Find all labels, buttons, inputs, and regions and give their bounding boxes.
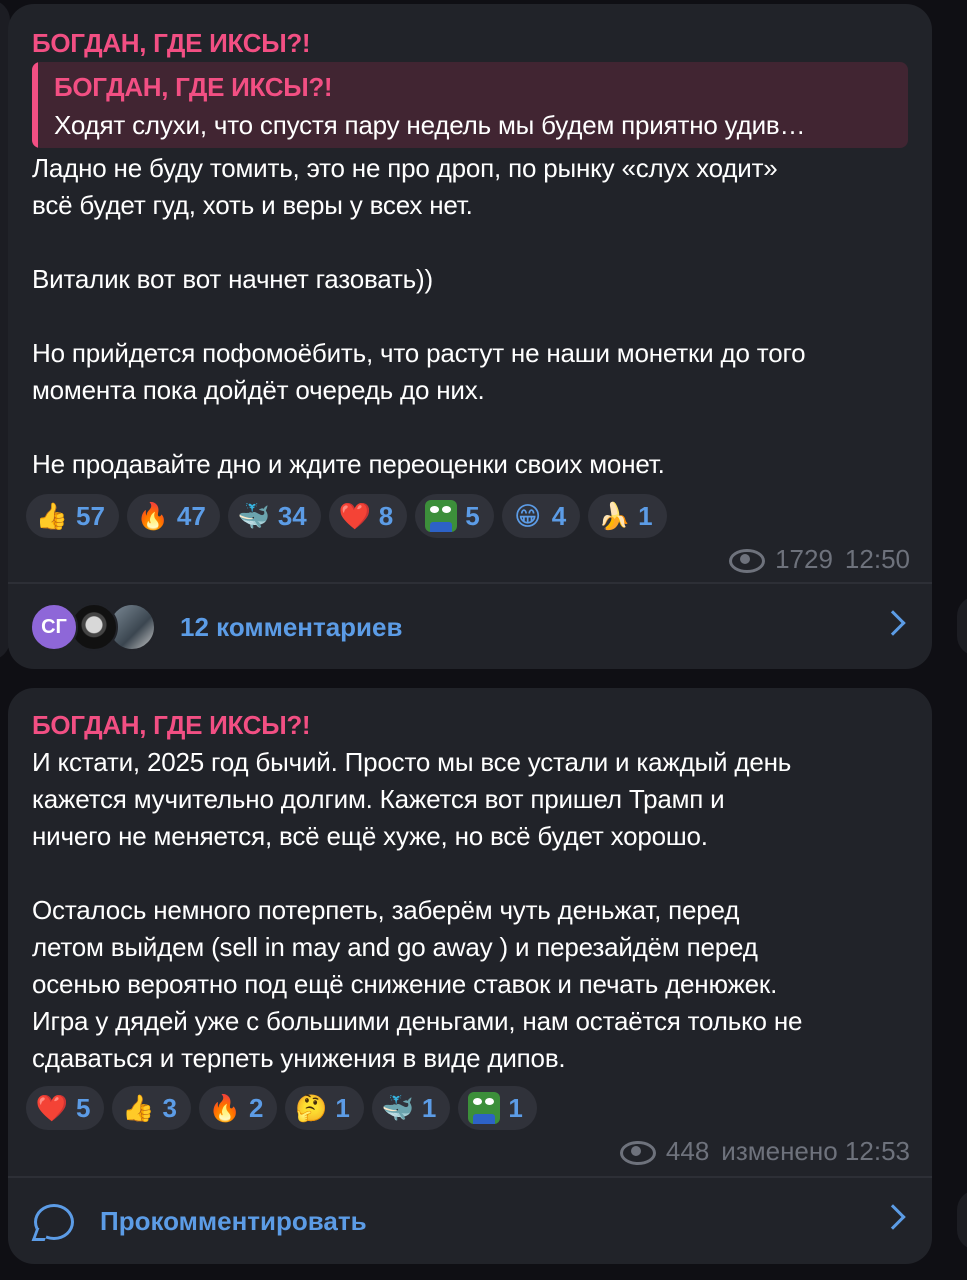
text-line [32,409,912,446]
banana-icon: 🍌 [597,501,631,531]
reaction-count: 2 [248,1092,264,1123]
text-line: летом выйдем (sell in may and go away ) … [32,932,758,962]
text-line: И кстати, 2025 год бычий. Просто мы все … [32,747,792,777]
reaction-thumbs-up[interactable]: 👍 57 [26,494,119,538]
comments-button[interactable]: СГ 12 комментариев [8,584,932,670]
text-line: Ладно не буду томить, это не про дроп, п… [32,153,778,183]
heart-icon: ❤️ [35,1093,69,1123]
text-line: Игра у дядей уже с большими деньгами, на… [32,1006,803,1036]
text-line: Виталик вот вот начнет газовать)) [32,264,433,294]
reaction-count: 1 [421,1092,437,1123]
pepe-icon [425,500,458,532]
view-count: 448 [665,1136,710,1166]
reaction-count: 1 [508,1092,523,1123]
post-meta: 1729 12:50 [729,544,910,575]
commenter-avatars: СГ [30,603,160,653]
whale-icon: 🐳 [237,501,271,531]
post-meta: 448 изменено 12:53 [619,1136,910,1167]
eye-icon [729,548,766,573]
fire-icon: 🔥 [136,501,170,531]
reaction-count: 8 [378,500,394,531]
grin-icon: 😁 [514,501,542,531]
chevron-right-icon [880,1204,906,1230]
fire-icon: 🔥 [208,1093,242,1123]
whale-icon: 🐳 [381,1093,415,1123]
thinking-icon: 🤔 [295,1093,328,1123]
reaction-count: 57 [76,500,105,531]
quote-author: БОГДАН, ГДЕ ИКСЫ?! [54,72,333,102]
reaction-grin[interactable]: 😁 4 [501,494,581,538]
reaction-count: 5 [465,500,480,531]
reaction-count: 1 [638,500,653,531]
reaction-whale[interactable]: 🐳 1 [371,1086,451,1130]
reaction-pepe[interactable]: 5 [415,494,494,538]
comment-button[interactable]: Прокомментировать [8,1178,932,1264]
text-line: Но прийдется пофомоёбить, что растут не … [32,338,806,368]
quote-text: Ходят слухи, что спустя пару недель мы б… [54,110,806,140]
text-line: Не продавайте дно и ждите переоценки сво… [32,449,665,479]
reply-quote[interactable]: БОГДАН, ГДЕ ИКСЫ?! Ходят слухи, что спус… [32,62,908,148]
reaction-count: 1 [335,1092,350,1123]
view-count: 1729 [775,544,833,574]
reaction-count: 4 [551,500,567,531]
eye-icon [619,1140,656,1165]
quote-bar [32,62,38,148]
post-text: Ладно не буду томить, это не про дроп, п… [32,150,912,483]
text-line: кажется мучительно долгим. Кажется вот п… [32,784,725,814]
comment-bubble-icon [32,1202,74,1240]
text-line [32,855,912,892]
reaction-fire[interactable]: 🔥 47 [126,494,220,538]
text-line [32,298,912,335]
reaction-fire[interactable]: 🔥 2 [198,1086,278,1130]
comments-count-label: 12 комментариев [180,612,403,642]
reactions-bar: ❤️ 5 👍 3 🔥 2 🤔 1 🐳 1 1 [26,1086,537,1130]
text-line: Осталось немного потерпеть, заберём чуть… [32,895,740,925]
reaction-count: 3 [162,1092,177,1123]
thumbs-up-icon: 👍 [122,1093,155,1123]
post-author[interactable]: БОГДАН, ГДЕ ИКСЫ?! [32,710,311,741]
reaction-count: 5 [76,1092,91,1123]
text-line: всё будет гуд, хоть и веры у всех нет. [32,190,473,220]
side-button-edge [957,596,967,656]
text-line [32,224,912,261]
reaction-heart[interactable]: ❤️ 8 [328,494,408,538]
side-button-edge [957,1190,967,1250]
reaction-thinking[interactable]: 🤔 1 [285,1086,364,1130]
reaction-banana[interactable]: 🍌 1 [588,494,667,538]
text-line: сдаваться и терпеть унижения в виде дипо… [32,1043,566,1073]
reaction-heart[interactable]: ❤️ 5 [26,1086,105,1130]
reaction-count: 47 [176,500,206,531]
reaction-thumbs-up[interactable]: 👍 3 [112,1086,191,1130]
reactions-bar: 👍 57 🔥 47 🐳 34 ❤️ 8 5 😁 4 🍌 1 [26,494,667,538]
heart-icon: ❤️ [338,501,371,531]
chevron-right-icon [880,610,906,636]
text-line: момента пока дойдёт очередь до них. [32,375,485,405]
reaction-pepe[interactable]: 1 [458,1086,537,1130]
reaction-count: 34 [277,500,307,531]
text-line: осенью вероятно под ещё снижение ставок … [32,969,778,999]
post-text: И кстати, 2025 год бычий. Просто мы все … [32,744,912,1077]
post-author[interactable]: БОГДАН, ГДЕ ИКСЫ?! [32,28,311,59]
post-time: изменено 12:53 [721,1136,910,1166]
thumbs-up-icon: 👍 [35,501,69,531]
text-line: ничего не меняется, всё ещё хуже, но всё… [32,821,708,851]
channel-post: БОГДАН, ГДЕ ИКСЫ?! БОГДАН, ГДЕ ИКСЫ?! Хо… [8,4,932,669]
pepe-icon [468,1092,501,1124]
post-time: 12:50 [844,544,910,574]
comment-label: Прокомментировать [100,1206,367,1236]
reaction-whale[interactable]: 🐳 34 [227,494,321,538]
channel-post: БОГДАН, ГДЕ ИКСЫ?! И кстати, 2025 год бы… [8,688,932,1264]
avatar: СГ [30,603,78,651]
